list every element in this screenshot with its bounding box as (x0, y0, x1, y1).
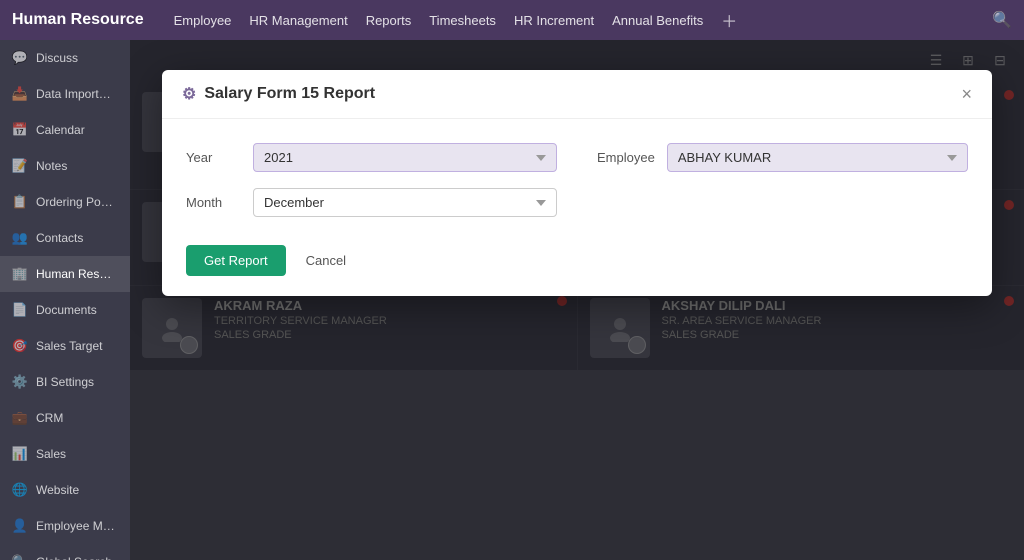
sidebar-item-website[interactable]: 🌐 Website (0, 472, 130, 508)
sidebar-item-discuss-label: Discuss (36, 51, 78, 65)
sidebar-item-notes[interactable]: 📝 Notes (0, 148, 130, 184)
topnav-timesheets[interactable]: Timesheets (429, 13, 496, 28)
sidebar-item-employee-master[interactable]: 👤 Employee Ma… (0, 508, 130, 544)
employee-select[interactable]: ABHAY KUMAR ABHINAV KUMARABHISHEK S SHET… (667, 143, 968, 172)
employee-form-row: Employee ABHAY KUMAR ABHINAV KUMARABHISH… (597, 143, 968, 172)
sales-target-icon: 🎯 (12, 338, 28, 354)
sidebar-item-ordering-label: Ordering Po… (36, 195, 113, 209)
sidebar-item-data-import-label: Data Import… (36, 87, 111, 101)
sidebar-item-sales[interactable]: 📊 Sales (0, 436, 130, 472)
sidebar-item-bi-label: BI Settings (36, 375, 94, 389)
modal-title: ⚙ Salary Form 15 Report (182, 84, 375, 104)
sidebar-item-contacts[interactable]: 👥 Contacts (0, 220, 130, 256)
search-icon[interactable]: 🔍 (992, 10, 1012, 30)
modal-header: ⚙ Salary Form 15 Report × (162, 70, 992, 119)
bi-settings-icon: ⚙️ (12, 374, 28, 390)
modal-title-icon: ⚙ (182, 84, 196, 104)
month-select[interactable]: JanuaryFebruaryMarchAprilMayJuneJulyAugu… (253, 188, 557, 217)
year-form-row: Year 2019202020212022 (186, 143, 557, 172)
modal-overlay: ⚙ Salary Form 15 Report × Year 201920202… (130, 40, 1024, 560)
year-label: Year (186, 150, 241, 165)
contacts-icon: 👥 (12, 230, 28, 246)
get-report-button[interactable]: Get Report (186, 245, 286, 276)
sidebar-item-website-label: Website (36, 483, 79, 497)
main-layout: 💬 Discuss 📥 Data Import… 📅 Calendar 📝 No… (0, 40, 1024, 560)
modal-close-button[interactable]: × (961, 85, 972, 103)
top-navigation: Human Resource Employee HR Management Re… (0, 0, 1024, 40)
sidebar-item-crm[interactable]: 💼 CRM (0, 400, 130, 436)
global-search-icon: 🔍 (12, 554, 28, 560)
sidebar-item-calendar-label: Calendar (36, 123, 85, 137)
website-icon: 🌐 (12, 482, 28, 498)
sidebar: 💬 Discuss 📥 Data Import… 📅 Calendar 📝 No… (0, 40, 130, 560)
notes-icon: 📝 (12, 158, 28, 174)
sidebar-item-documents[interactable]: 📄 Documents (0, 292, 130, 328)
content-area: ☰ ⊞ ⊟ ABHINAV KUMAR Area Manager-Sales &… (130, 40, 1024, 560)
modal-actions: Get Report Cancel (186, 241, 968, 276)
salary-form-modal: ⚙ Salary Form 15 Report × Year 201920202… (162, 70, 992, 296)
calendar-icon: 📅 (12, 122, 28, 138)
sidebar-item-sales-target-label: Sales Target (36, 339, 103, 353)
data-import-icon: 📥 (12, 86, 28, 102)
month-label: Month (186, 195, 241, 210)
topnav-hr-management[interactable]: HR Management (249, 13, 347, 28)
sidebar-item-global-search-label: Global Search (36, 555, 112, 560)
sidebar-item-bi-settings[interactable]: ⚙️ BI Settings (0, 364, 130, 400)
sidebar-item-human-resource[interactable]: 🏢 Human Resou… (0, 256, 130, 292)
employee-label: Employee (597, 150, 655, 165)
modal-title-text: Salary Form 15 Report (204, 85, 375, 103)
sidebar-item-documents-label: Documents (36, 303, 97, 317)
sidebar-item-calendar[interactable]: 📅 Calendar (0, 112, 130, 148)
modal-body: Year 2019202020212022 Employee ABHAY KUM… (162, 119, 992, 296)
sidebar-item-employee-label: Employee Ma… (36, 519, 118, 533)
topnav-employee[interactable]: Employee (174, 13, 232, 28)
month-form-row: Month JanuaryFebruaryMarchAprilMayJuneJu… (186, 188, 557, 217)
topnav-reports[interactable]: Reports (366, 13, 412, 28)
sidebar-item-notes-label: Notes (36, 159, 67, 173)
topnav-hr-increment[interactable]: HR Increment (514, 13, 594, 28)
documents-icon: 📄 (12, 302, 28, 318)
app-brand: Human Resource (12, 11, 144, 29)
sidebar-item-data-import[interactable]: 📥 Data Import… (0, 76, 130, 112)
discuss-icon: 💬 (12, 50, 28, 66)
sidebar-item-sales-label: Sales (36, 447, 66, 461)
sidebar-item-sales-target[interactable]: 🎯 Sales Target (0, 328, 130, 364)
sidebar-item-global-search[interactable]: 🔍 Global Search (0, 544, 130, 560)
sidebar-item-ordering[interactable]: 📋 Ordering Po… (0, 184, 130, 220)
sidebar-item-contacts-label: Contacts (36, 231, 83, 245)
ordering-icon: 📋 (12, 194, 28, 210)
topnav-add-button[interactable]: ＋ (721, 8, 737, 32)
sidebar-item-crm-label: CRM (36, 411, 63, 425)
employee-master-icon: 👤 (12, 518, 28, 534)
human-resource-icon: 🏢 (12, 266, 28, 282)
sidebar-item-discuss[interactable]: 💬 Discuss (0, 40, 130, 76)
crm-icon: 💼 (12, 410, 28, 426)
sidebar-item-hr-label: Human Resou… (36, 267, 118, 281)
topnav-menu: Employee HR Management Reports Timesheet… (174, 8, 972, 32)
cancel-button[interactable]: Cancel (296, 245, 356, 276)
sales-icon: 📊 (12, 446, 28, 462)
form-grid: Year 2019202020212022 Employee ABHAY KUM… (186, 143, 968, 217)
form-empty-cell (597, 188, 968, 217)
topnav-annual-benefits[interactable]: Annual Benefits (612, 13, 703, 28)
year-select[interactable]: 2019202020212022 (253, 143, 557, 172)
